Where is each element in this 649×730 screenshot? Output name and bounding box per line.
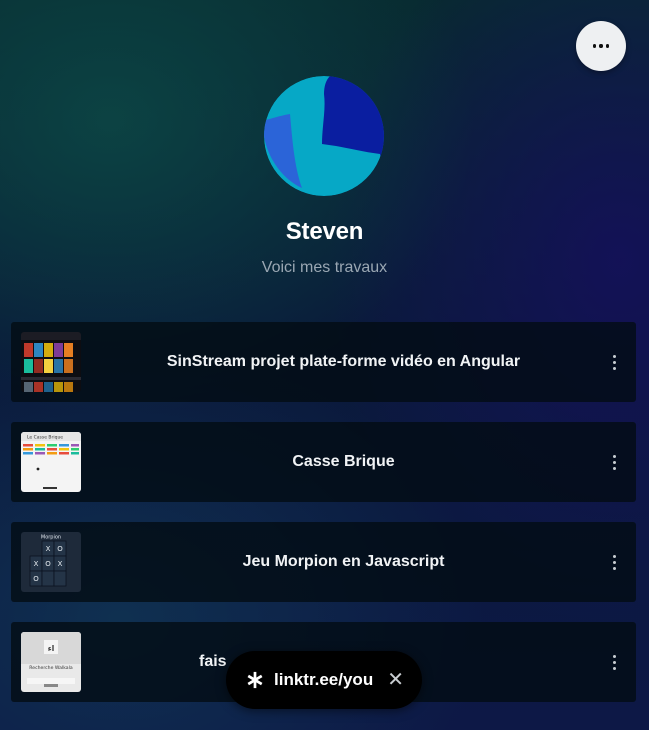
- morpion-cell: X: [46, 545, 51, 553]
- profile-bio: Voici mes travaux: [261, 259, 388, 276]
- more-vertical-icon[interactable]: [608, 352, 620, 372]
- link-button-morpion[interactable]: Morpion X O X O X O Jeu Morpion en Javas…: [11, 522, 636, 602]
- link-title: Jeu Morpion en Javascript: [242, 553, 445, 570]
- more-vertical-icon[interactable]: [608, 652, 620, 672]
- badge-url[interactable]: linktr.ee/you: [274, 670, 373, 690]
- link-title: SinStream projet plate-forme vidéo en An…: [166, 353, 521, 370]
- morpion-cell: O: [45, 560, 51, 568]
- more-horizontal-icon: [605, 44, 610, 48]
- walkala-caption: Recherche Walkala: [29, 665, 73, 671]
- linktree-asterisk-icon: [247, 671, 263, 689]
- morpion-cell: X: [34, 560, 39, 568]
- breakout-caption: Le Casse Brique: [27, 435, 63, 441]
- more-horizontal-icon: [592, 44, 597, 48]
- more-options-button[interactable]: [576, 21, 626, 71]
- morpion-cell: O: [33, 575, 39, 583]
- more-vertical-icon[interactable]: [608, 452, 620, 472]
- more-vertical-icon[interactable]: [608, 552, 620, 572]
- morpion-cell: O: [57, 545, 63, 553]
- close-icon[interactable]: ✕: [387, 670, 404, 690]
- link-title: Casse Brique: [292, 453, 395, 470]
- morpion-cell: X: [58, 560, 63, 568]
- tic-tac-toe-thumbnail: Morpion X O X O X O: [21, 532, 81, 592]
- svg-text:اء: اء: [48, 644, 55, 653]
- link-button-casse-brique[interactable]: Le Casse Brique Casse Brique: [11, 422, 636, 502]
- walkala-thumbnail: اء Recherche Walkala: [21, 632, 81, 692]
- breakout-thumbnail: Le Casse Brique: [21, 432, 81, 492]
- more-horizontal-icon: [599, 44, 603, 48]
- link-title-visible-start: fais: [199, 653, 232, 670]
- morpion-caption: Morpion: [41, 535, 61, 541]
- linktree-badge[interactable]: linktr.ee/you ✕: [226, 651, 422, 709]
- sinstream-thumbnail: [21, 332, 81, 392]
- link-button-sinstream[interactable]: SinStream projet plate-forme vidéo en An…: [11, 322, 636, 402]
- avatar: [264, 76, 384, 196]
- profile-name: Steven: [285, 218, 364, 245]
